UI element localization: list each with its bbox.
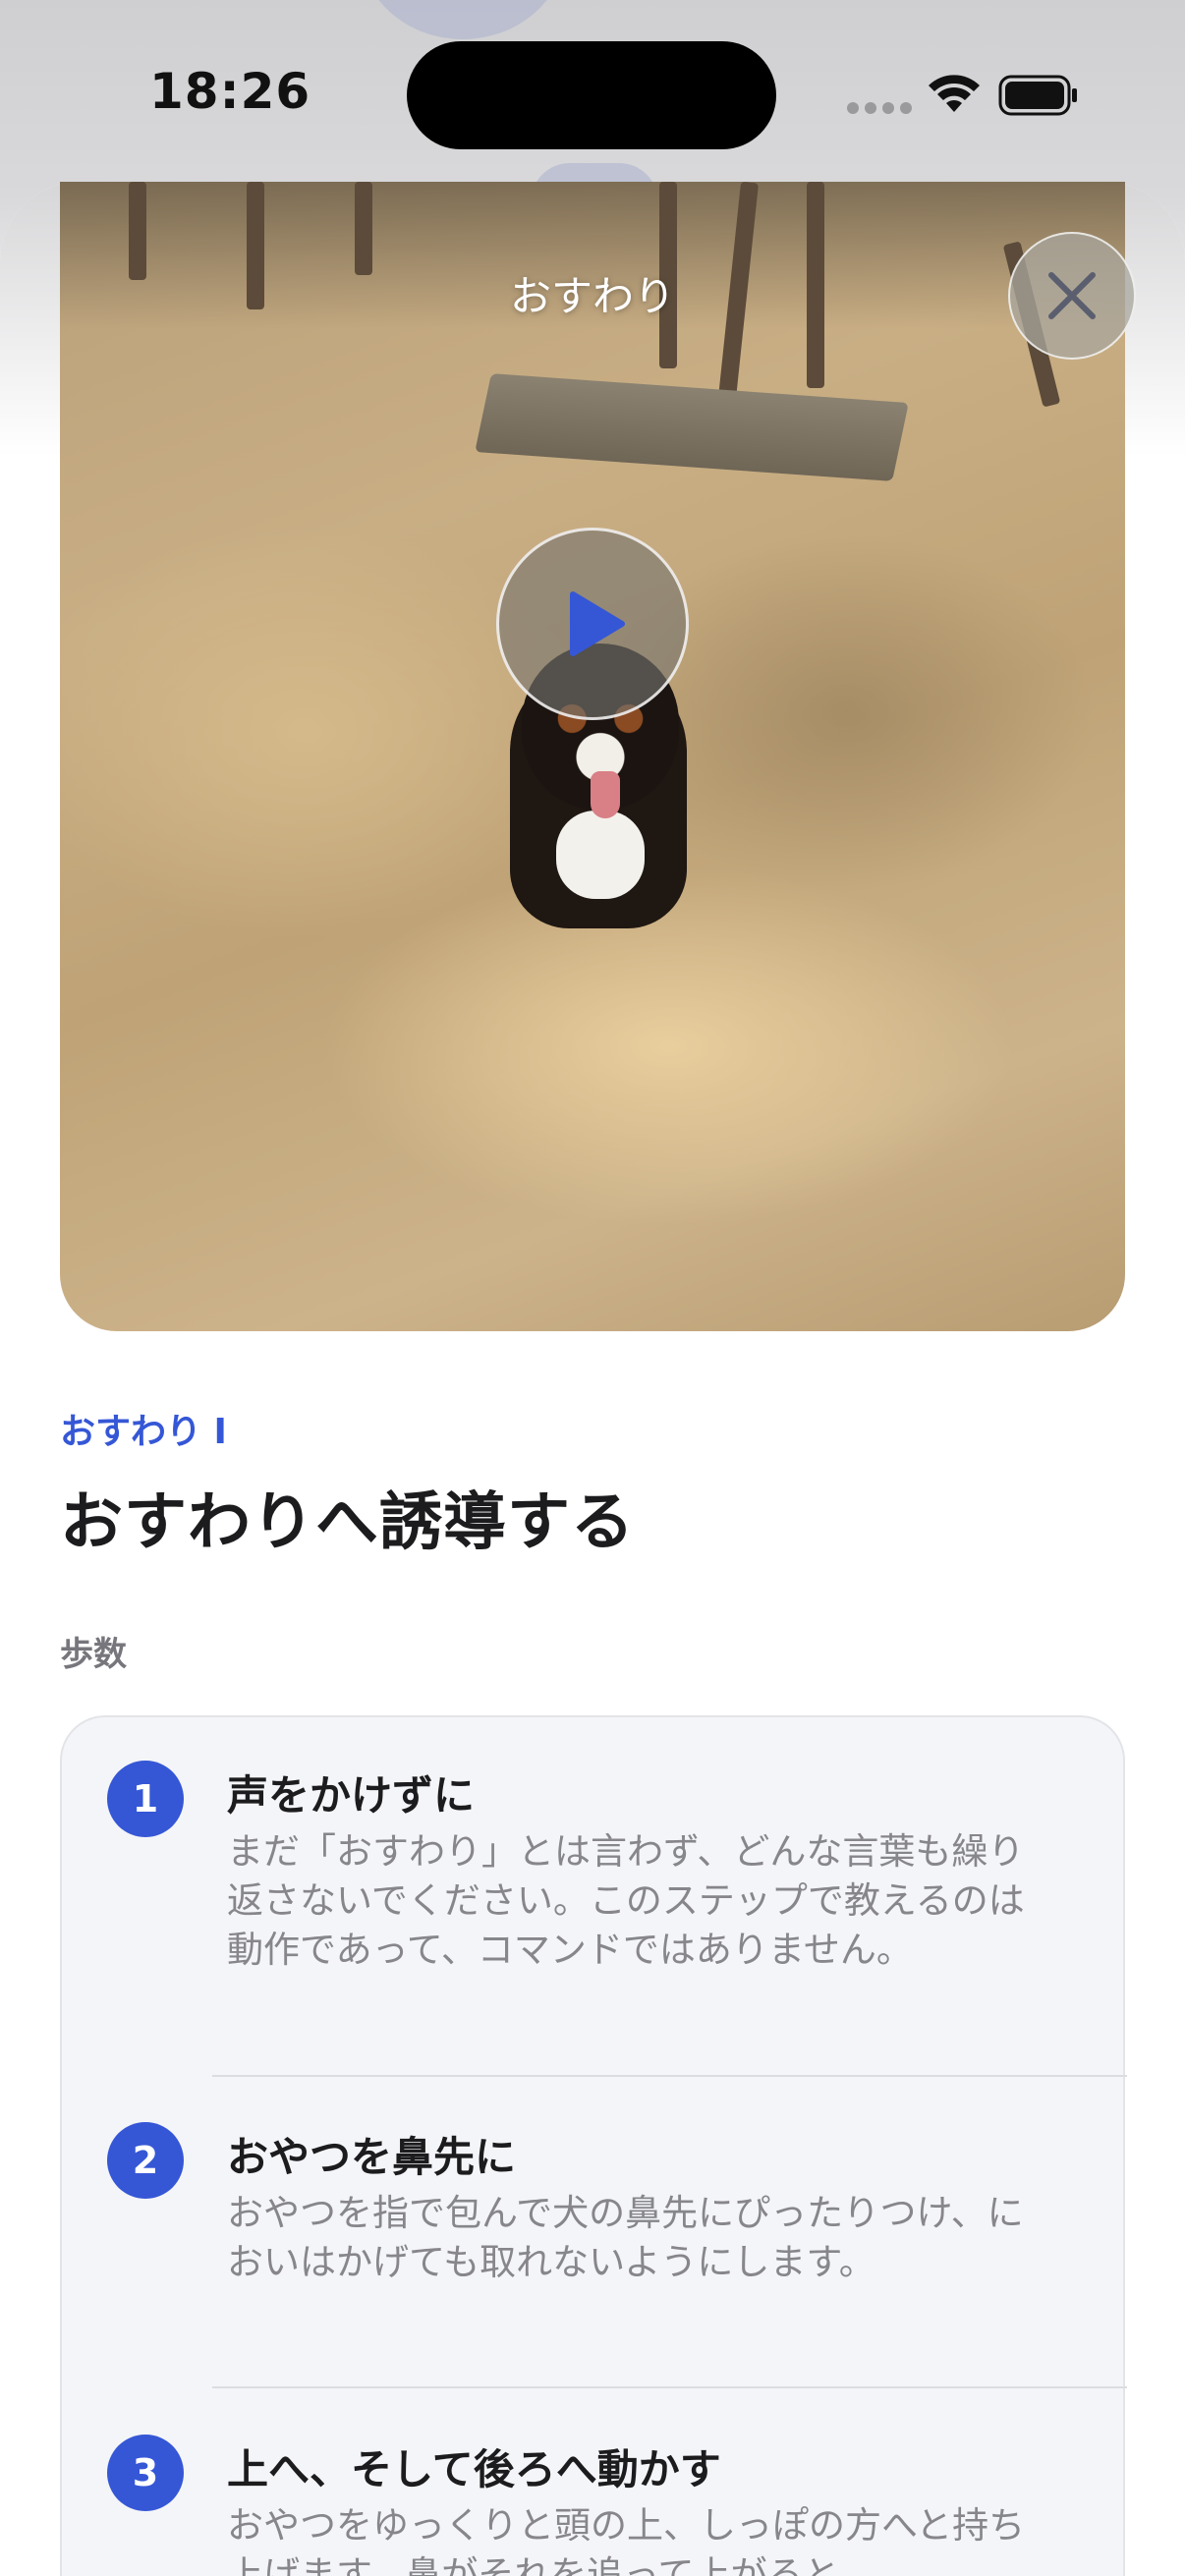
step-number-badge: 3 <box>107 2435 184 2511</box>
step-description: おやつをゆっくりと頭の上、しっぽの方へと持ち上げます。鼻がそれを追って上がると <box>227 2504 1026 2576</box>
lesson-category-label: おすわり I <box>60 1412 227 1452</box>
step-number-badge: 2 <box>107 2122 184 2199</box>
step-divider <box>212 2386 1127 2388</box>
steps-section-label: 歩数 <box>60 1635 127 1674</box>
step-number-badge: 1 <box>107 1761 184 1837</box>
bench <box>475 373 909 481</box>
dynamic-island <box>407 41 776 149</box>
lesson-title: おすわりへ誘導する <box>60 1486 635 1559</box>
dog-tongue <box>591 771 620 818</box>
dog-chest <box>556 811 645 899</box>
play-button[interactable] <box>496 528 689 720</box>
wifi-icon <box>929 75 980 112</box>
close-button[interactable] <box>1008 232 1136 360</box>
step-title: 声をかけずに <box>227 1771 476 1820</box>
screen: おすわり 18:26 おすわり I おすわりへ誘導する 歩数 1 声をかけずに … <box>0 0 1185 2576</box>
step-divider <box>212 2075 1127 2077</box>
play-icon <box>570 591 625 656</box>
steps-card: 1 声をかけずに まだ「おすわり」とは言わず、どんな言葉も繰り返さないでください… <box>60 1715 1127 2576</box>
step-title: おやつを鼻先に <box>227 2133 517 2181</box>
status-time: 18:26 <box>149 63 311 120</box>
step-description: おやつを指で包んで犬の鼻先にぴったりつけ、においはかげても取れないようにします。 <box>227 2192 1024 2283</box>
lesson-video[interactable] <box>60 182 1125 1331</box>
cellular-signal-icon <box>847 102 912 114</box>
xmark-icon <box>1048 272 1096 319</box>
fence-post <box>355 182 372 275</box>
step-description: まだ「おすわり」とは言わず、どんな言葉も繰り返さないでください。このステップで教… <box>227 1830 1025 1971</box>
step-title: 上へ、そして後ろへ動かす <box>227 2445 721 2493</box>
status-bar: 18:26 <box>0 0 1185 177</box>
battery-icon <box>998 75 1077 116</box>
